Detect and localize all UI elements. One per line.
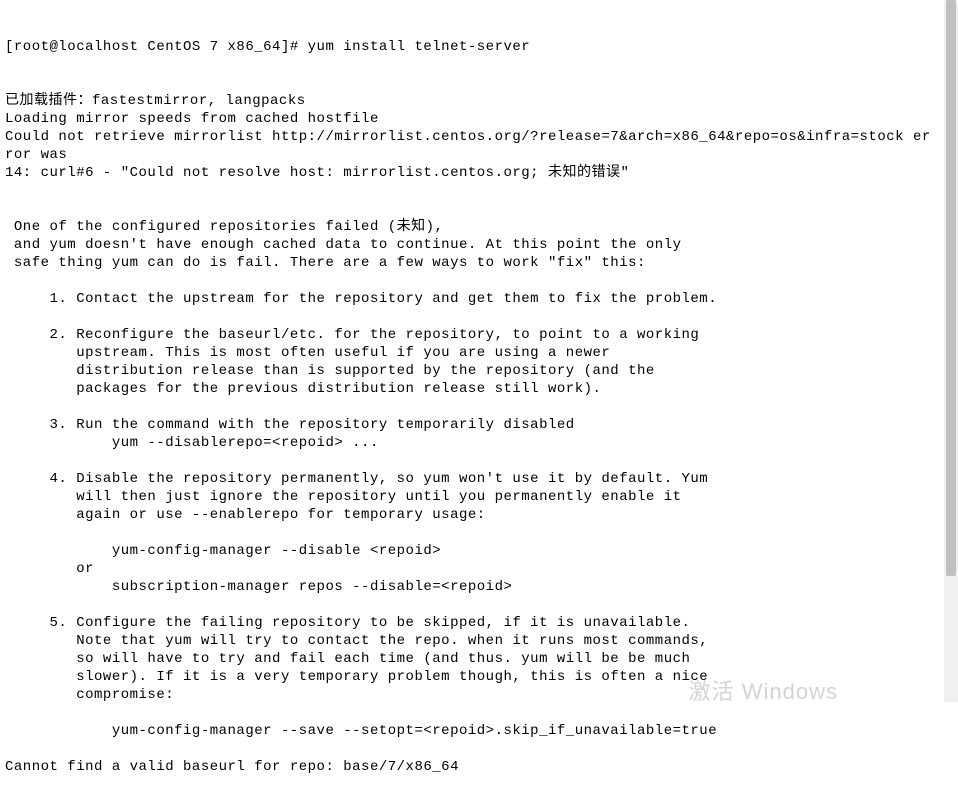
output-line: safe thing yum can do is fail. There are…	[5, 254, 953, 272]
output-line: 2. Reconfigure the baseurl/etc. for the …	[5, 326, 953, 344]
output-line: 14: curl#6 - "Could not resolve host: mi…	[5, 164, 953, 182]
command-line: [root@localhost CentOS 7 x86_64]# yum in…	[5, 38, 953, 56]
output-line	[5, 740, 953, 758]
output-line: 4. Disable the repository permanently, s…	[5, 470, 953, 488]
output-line: 5. Configure the failing repository to b…	[5, 614, 953, 632]
output-line: Could not retrieve mirrorlist http://mir…	[5, 128, 953, 146]
output-line	[5, 704, 953, 722]
output-line: subscription-manager repos --disable=<re…	[5, 578, 953, 596]
output-line	[5, 398, 953, 416]
output-line	[5, 200, 953, 218]
output-line: will then just ignore the repository unt…	[5, 488, 953, 506]
output-line: Note that yum will try to contact the re…	[5, 632, 953, 650]
output-line: yum --disablerepo=<repoid> ...	[5, 434, 953, 452]
output-lines: 已加载插件：fastestmirror, langpacksLoading mi…	[5, 92, 953, 776]
output-line	[5, 182, 953, 200]
terminal-output[interactable]: [root@localhost CentOS 7 x86_64]# yum in…	[0, 0, 958, 796]
output-line: 3. Run the command with the repository t…	[5, 416, 953, 434]
shell-command: yum install telnet-server	[308, 39, 531, 55]
output-line: distribution release than is supported b…	[5, 362, 953, 380]
scrollbar-thumb[interactable]	[946, 0, 956, 576]
vertical-scrollbar[interactable]	[944, 0, 958, 702]
output-line: Loading mirror speeds from cached hostfi…	[5, 110, 953, 128]
output-line: yum-config-manager --disable <repoid>	[5, 542, 953, 560]
output-line: ror was	[5, 146, 953, 164]
output-line: again or use --enablerepo for temporary …	[5, 506, 953, 524]
output-line: and yum doesn't have enough cached data …	[5, 236, 953, 254]
output-line: so will have to try and fail each time (…	[5, 650, 953, 668]
output-line	[5, 272, 953, 290]
output-line: upstream. This is most often useful if y…	[5, 344, 953, 362]
shell-prompt: [root@localhost CentOS 7 x86_64]#	[5, 39, 308, 55]
output-line: 已加载插件：fastestmirror, langpacks	[5, 92, 953, 110]
output-line	[5, 524, 953, 542]
output-line: One of the configured repositories faile…	[5, 218, 953, 236]
output-line: 1. Contact the upstream for the reposito…	[5, 290, 953, 308]
output-line: or	[5, 560, 953, 578]
output-line	[5, 308, 953, 326]
output-line: Cannot find a valid baseurl for repo: ba…	[5, 758, 953, 776]
output-line	[5, 452, 953, 470]
output-line	[5, 596, 953, 614]
output-line: yum-config-manager --save --setopt=<repo…	[5, 722, 953, 740]
output-line: packages for the previous distribution r…	[5, 380, 953, 398]
windows-activation-watermark: 激活 Windows	[689, 683, 838, 701]
